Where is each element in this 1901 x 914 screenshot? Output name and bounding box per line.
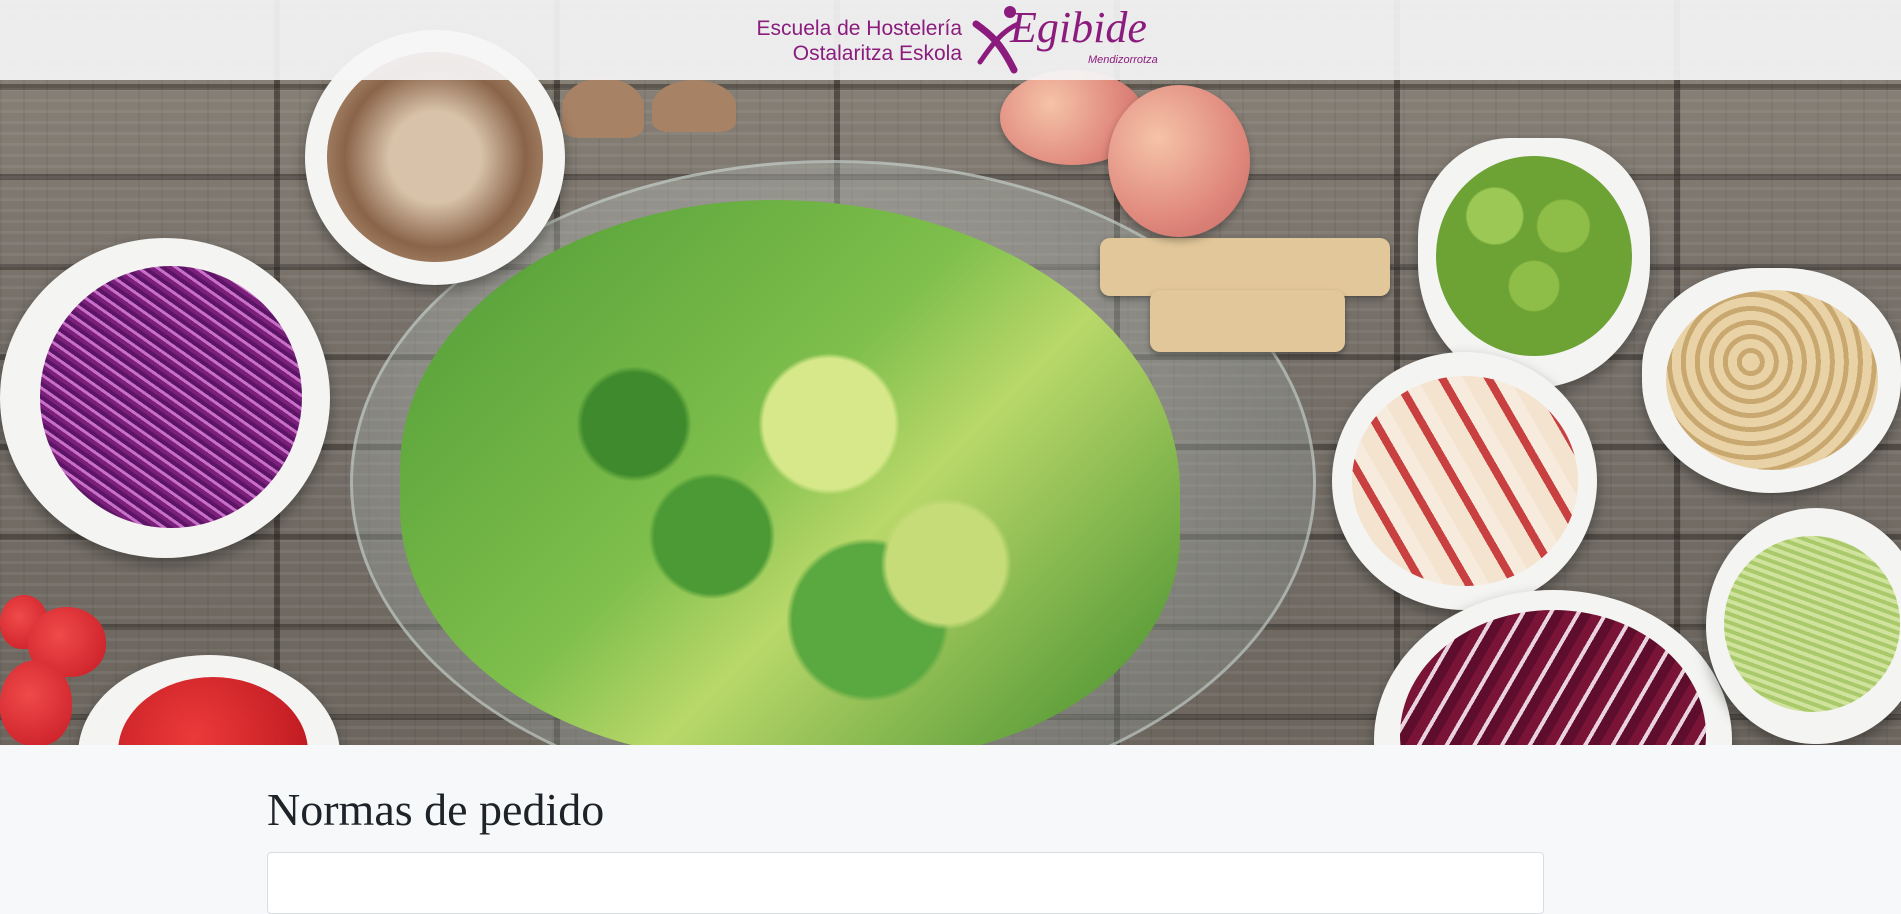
- bowl-radicchio: [1374, 590, 1732, 745]
- hero-banner-image: [0, 0, 1901, 745]
- bowl-grapes: [1418, 138, 1650, 388]
- mushroom: [562, 78, 644, 138]
- peach: [1108, 85, 1250, 237]
- mushroom: [652, 80, 736, 132]
- bowl-red-cabbage: [0, 238, 330, 558]
- bowl-cashews: [1642, 268, 1901, 493]
- page-title: Normas de pedido: [267, 784, 605, 835]
- school-name: Escuela de Hostelería Ostalaritza Eskola: [737, 16, 962, 66]
- bowl-green-cabbage: [1706, 508, 1901, 744]
- site-header: Escuela de Hostelería Ostalaritza Eskola…: [0, 0, 1901, 80]
- content-card: [267, 852, 1544, 914]
- school-name-line-1: Escuela de Hostelería: [756, 17, 962, 40]
- logo-link[interactable]: Escuela de Hostelería Ostalaritza Eskola…: [730, 0, 1170, 80]
- wooden-board: [1150, 290, 1345, 352]
- brand-sub: Mendizorrotza: [1088, 54, 1158, 66]
- strawberry: [0, 660, 72, 745]
- brand-name: Egibide: [1010, 3, 1147, 52]
- bowl-strawberries: [78, 655, 340, 745]
- wooden-board: [1100, 238, 1390, 296]
- bowl-apples: [1332, 352, 1597, 610]
- school-name-line-2: Ostalaritza Eskola: [792, 42, 962, 65]
